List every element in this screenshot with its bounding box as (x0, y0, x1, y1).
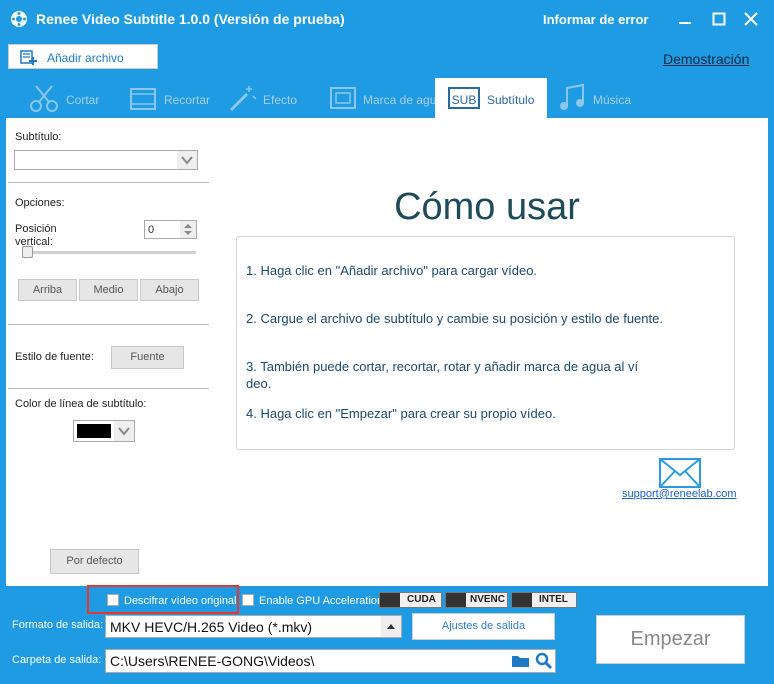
divider (8, 388, 209, 389)
add-file-button[interactable]: Añadir archivo (8, 44, 158, 69)
line-color-swatch (77, 424, 111, 438)
divider (8, 182, 209, 183)
nvidia-icon (380, 593, 400, 607)
mail-icon[interactable] (659, 458, 701, 488)
vertical-position-slider-track[interactable] (22, 251, 196, 254)
vertical-position-slider-handle[interactable] (22, 246, 33, 258)
decrypt-label: Descifrar vídeo original (124, 595, 237, 607)
subtitle-label: Subtítulo: (15, 131, 62, 143)
options-label: Opciones: (15, 197, 65, 209)
line-color-picker[interactable] (73, 420, 135, 442)
vertical-position-stepper[interactable]: 0 (144, 220, 197, 239)
chevron-down-icon (114, 421, 134, 441)
tab-watermark-label: Marca de agua (363, 93, 444, 107)
output-settings-button[interactable]: Ajustes de salida (412, 613, 555, 640)
default-button[interactable]: Por defecto (50, 549, 139, 574)
subtitle-select[interactable] (14, 150, 198, 170)
report-error-link[interactable]: Informar de error (543, 12, 648, 27)
chevron-down-icon (177, 151, 197, 169)
chevron-up-icon (381, 616, 401, 637)
tab-subtitle-label: Subtítulo (487, 93, 535, 107)
how-to-step-2: 2. Cargue el archivo de subtítulo y camb… (246, 311, 663, 326)
app-logo-icon (11, 11, 27, 27)
add-file-label: Añadir archivo (47, 51, 124, 65)
intel-icon (512, 593, 532, 607)
nvidia-icon (446, 593, 466, 607)
music-icon (560, 83, 584, 110)
tab-effect[interactable]: Efecto (225, 78, 325, 118)
font-button[interactable]: Fuente (111, 346, 184, 369)
align-middle-button[interactable]: Medio (79, 279, 138, 301)
tab-cut-label: Cortar (66, 93, 100, 107)
search-icon[interactable] (535, 652, 553, 670)
app-title: Renee Video Subtitle 1.0.0 (Versión de p… (36, 11, 345, 27)
vertical-position-value: 0 (148, 224, 155, 236)
output-format-value: MKV HEVC/H.265 Video (*.mkv) (110, 619, 313, 635)
add-file-icon (20, 50, 37, 65)
svg-text:SUB: SUB (452, 93, 477, 107)
maximize-icon[interactable] (710, 10, 728, 28)
how-to-step-4: 4. Haga clic en "Empezar" para crear su … (246, 406, 556, 421)
subtitle-options-panel: Subtítulo: Opciones: Posición vertical: … (6, 118, 217, 586)
intel-badge-label: INTEL (539, 594, 568, 605)
align-top-button[interactable]: Arriba (18, 279, 77, 301)
cuda-badge-label: CUDA (407, 594, 436, 605)
tab-cut[interactable]: Cortar (20, 78, 130, 118)
tab-subtitle[interactable]: SUB Subtítulo (435, 78, 547, 118)
folder-icon[interactable] (511, 653, 531, 669)
gpu-acceleration-label: Enable GPU Acceleration (259, 595, 384, 607)
cut-icon (30, 85, 58, 112)
crop-icon (130, 88, 156, 110)
divider (8, 324, 209, 325)
output-format-label: Formato de salida: (12, 619, 104, 631)
output-folder-field[interactable]: C:\Users\RENEE-GONG\Videos\ (105, 649, 556, 673)
how-to-step-1: 1. Haga clic en "Añadir archivo" para ca… (246, 263, 538, 278)
close-icon[interactable] (742, 10, 760, 28)
cuda-badge: CUDA (379, 592, 442, 608)
start-button[interactable]: Empezar (596, 615, 745, 664)
how-to-title: Cómo usar (394, 186, 580, 228)
title-bar: Renee Video Subtitle 1.0.0 (Versión de p… (0, 0, 774, 40)
effect-wand-icon (229, 86, 257, 112)
decrypt-checkbox[interactable] (107, 594, 119, 606)
tab-crop-label: Recortar (164, 93, 211, 107)
vertical-position-label: Posición vertical: (15, 223, 57, 248)
line-color-label: Color de línea de subtítulo: (15, 398, 147, 410)
tab-watermark[interactable]: Marca de agua (325, 78, 443, 118)
minimize-icon[interactable] (676, 10, 694, 28)
tab-effect-label: Efecto (263, 93, 298, 107)
how-to-panel: Cómo usar 1. Haga clic en "Añadir archiv… (217, 118, 768, 586)
tab-crop[interactable]: Recortar (124, 78, 224, 118)
intel-badge: INTEL (511, 592, 577, 608)
subtitle-icon: SUB (448, 87, 480, 109)
how-to-step-3: 3. También puede cortar, recortar, rotar… (246, 359, 639, 391)
stepper-arrows-icon[interactable] (180, 221, 196, 238)
align-bottom-button[interactable]: Abajo (140, 279, 199, 301)
tab-music-label: Música (593, 93, 632, 107)
demo-link[interactable]: Demostración (663, 51, 749, 67)
output-folder-label: Carpeta de salida: (12, 654, 102, 666)
font-style-label: Estilo de fuente: (15, 351, 94, 363)
nvenc-badge-label: NVENC (470, 594, 506, 605)
watermark-icon (330, 87, 356, 109)
nvenc-badge: NVENC (445, 592, 508, 608)
gpu-acceleration-checkbox[interactable] (242, 594, 254, 606)
support-email-link[interactable]: support@reneelab.com (622, 488, 737, 500)
tab-music[interactable]: Música (555, 78, 655, 118)
output-folder-value: C:\Users\RENEE-GONG\Videos\ (110, 653, 315, 669)
output-format-select[interactable]: MKV HEVC/H.265 Video (*.mkv) (105, 615, 402, 638)
